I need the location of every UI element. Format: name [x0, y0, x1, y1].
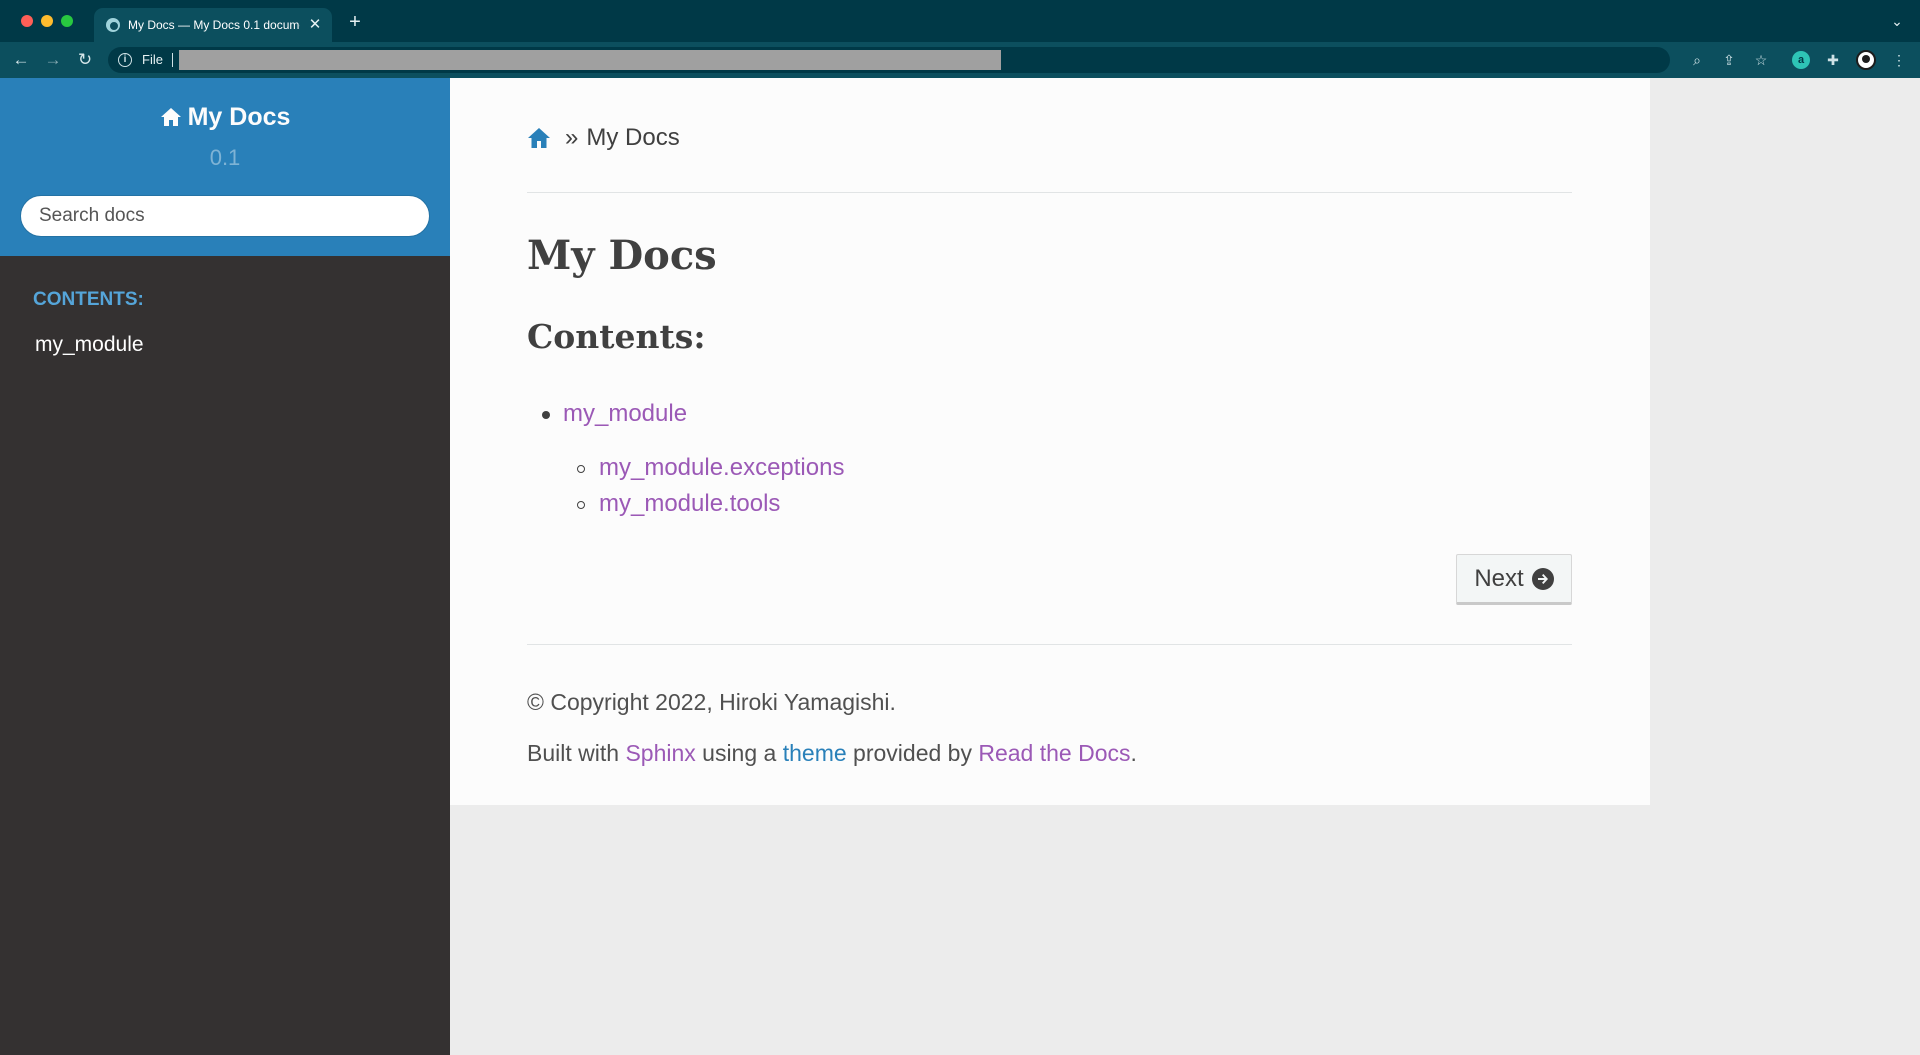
minimize-window-button[interactable] [41, 15, 53, 27]
built-with-text: Built with [527, 740, 620, 766]
theme-link[interactable]: theme [783, 740, 847, 766]
sphinx-link[interactable]: Sphinx [625, 740, 695, 766]
search-input[interactable] [21, 196, 429, 236]
breadcrumb: » My Docs [527, 123, 680, 153]
extension-a-icon[interactable]: a [1792, 51, 1810, 69]
sidebar-header: My Docs 0.1 [0, 78, 450, 256]
info-icon[interactable]: i [118, 53, 132, 67]
zoom-window-button[interactable] [61, 15, 73, 27]
next-label: Next [1474, 564, 1524, 592]
page-title: My Docs [527, 232, 717, 279]
divider [527, 644, 1572, 645]
browser-tab-bar: My Docs — My Docs 0.1 documentation ✕ + … [0, 0, 1920, 42]
project-home-link[interactable]: My Docs [0, 100, 450, 134]
toc-link-my-module[interactable]: my_module [563, 399, 687, 429]
breadcrumb-current: My Docs [586, 124, 680, 151]
sidebar: My Docs 0.1 CONTENTS: my_module [0, 78, 450, 1055]
main-content: » My Docs My Docs Contents: my_module my… [450, 78, 1650, 805]
using-a-text: using a [702, 740, 777, 766]
tab-search-chevron-icon[interactable]: ⌄ [1888, 12, 1906, 30]
read-the-docs-link[interactable]: Read the Docs [978, 740, 1130, 766]
globe-icon [106, 18, 120, 32]
toc-link-tools[interactable]: my_module.tools [599, 489, 780, 519]
list-bullet [577, 501, 585, 509]
project-name: My Docs [187, 103, 291, 131]
back-arrow-icon[interactable]: ← [10, 49, 32, 71]
copyright: © Copyright 2022, Hiroki Yamagishi. [527, 689, 896, 715]
period-text: . [1130, 740, 1137, 766]
zoom-icon[interactable]: ⌕ [1688, 51, 1706, 69]
toc-caption: CONTENTS: [33, 289, 144, 310]
tab-title: My Docs — My Docs 0.1 documentation [128, 18, 300, 32]
close-window-button[interactable] [21, 15, 33, 27]
breadcrumb-home-icon[interactable] [527, 126, 551, 150]
new-tab-button[interactable]: + [344, 11, 366, 33]
address-separator [172, 53, 173, 67]
contents-heading: Contents: [527, 317, 706, 356]
provided-by-text: provided by [853, 740, 972, 766]
reload-icon[interactable]: ↻ [74, 49, 96, 71]
home-icon [160, 108, 181, 126]
browser-toolbar: ← → ↻ i File ⌕ ⇪ ☆ a ✚ ⋮ [0, 42, 1920, 78]
browser-tab[interactable]: My Docs — My Docs 0.1 documentation ✕ [94, 8, 332, 42]
arrow-circle-right-icon [1531, 567, 1554, 590]
extensions-puzzle-icon[interactable]: ✚ [1824, 51, 1842, 69]
bookmark-star-icon[interactable]: ☆ [1752, 51, 1770, 69]
breadcrumb-separator: » [565, 124, 579, 151]
version-label: 0.1 [209, 145, 241, 170]
address-url-redacted[interactable] [179, 50, 1001, 70]
address-bar[interactable]: i File [108, 47, 1670, 73]
search-box [20, 195, 430, 237]
next-button[interactable]: Next [1456, 554, 1572, 605]
list-bullet [577, 465, 585, 473]
built-with-line: Built with Sphinx using a theme provided… [527, 738, 1137, 768]
close-tab-icon[interactable]: ✕ [306, 16, 324, 34]
more-menu-icon[interactable]: ⋮ [1890, 51, 1908, 69]
forward-arrow-icon[interactable]: → [42, 49, 64, 71]
share-icon[interactable]: ⇪ [1720, 51, 1738, 69]
toc-link-exceptions[interactable]: my_module.exceptions [599, 453, 844, 483]
address-scheme: File [142, 52, 163, 67]
profile-avatar[interactable] [1856, 50, 1876, 70]
sidebar-item-my-module[interactable]: my_module [35, 332, 144, 358]
list-bullet [542, 411, 550, 419]
divider [527, 192, 1572, 193]
